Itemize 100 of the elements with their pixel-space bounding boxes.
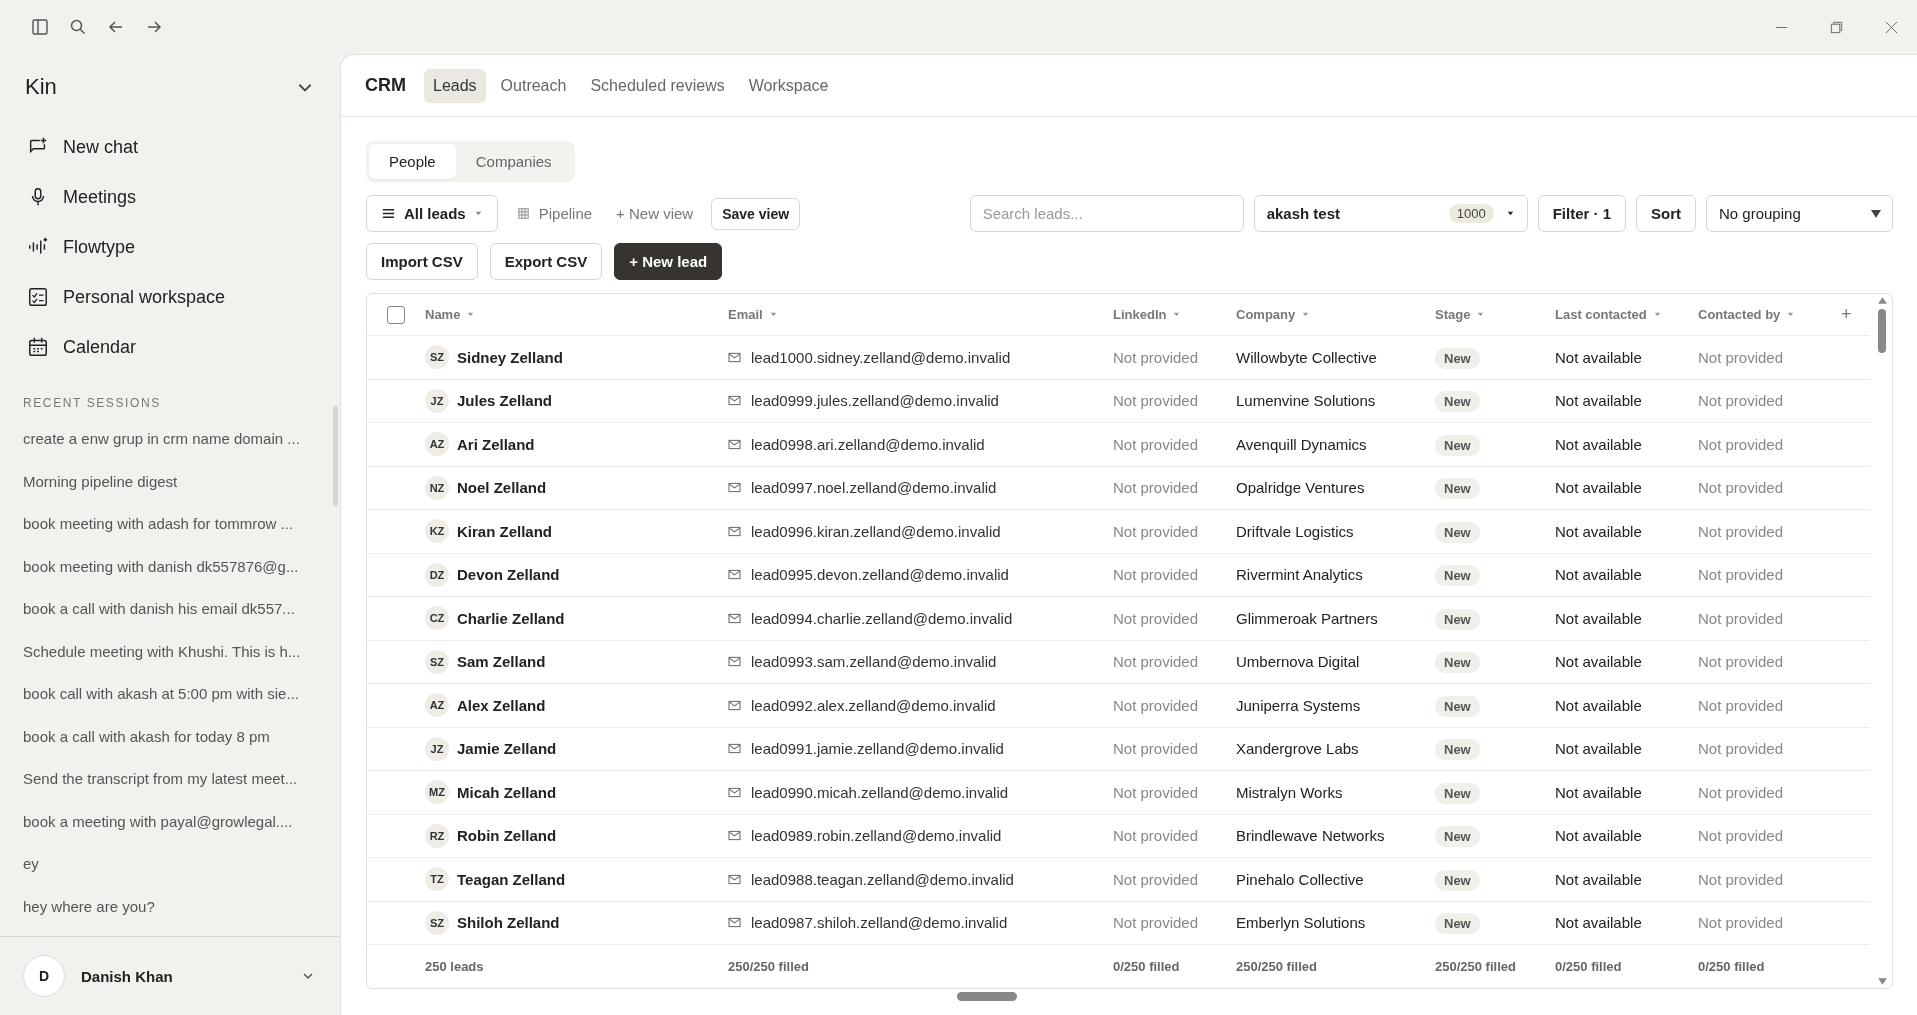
session-item[interactable]: ey — [0, 843, 340, 886]
tab[interactable]: Leads — [424, 68, 486, 103]
filter-button[interactable]: Filter · 1 — [1537, 195, 1626, 232]
table-cell: Not provided — [1113, 696, 1199, 714]
nav-item[interactable]: New chat — [0, 122, 340, 172]
session-item[interactable]: hey where are you? — [0, 885, 340, 928]
mail-icon — [728, 743, 741, 755]
table-cell: Not provided — [1698, 696, 1784, 714]
column-header[interactable]: Email — [728, 307, 778, 322]
new-view-button[interactable]: + New view — [610, 205, 700, 222]
session-item[interactable]: book a call with danish his email dk557... — [0, 588, 340, 631]
sidebar-toggle-icon[interactable] — [30, 17, 50, 37]
add-column-button[interactable]: + — [1841, 304, 1870, 325]
session-item[interactable]: create a enw grup in crm name domain ... — [0, 418, 340, 461]
table-cell: Not available — [1555, 566, 1642, 584]
tab[interactable]: Workspace — [739, 68, 838, 103]
table-cell: Not available — [1555, 827, 1642, 845]
scrollbar-thumb[interactable] — [1878, 309, 1886, 353]
session-item[interactable]: book call with akash at 5:00 pm with sie... — [0, 673, 340, 716]
table-cell: Not provided — [1113, 827, 1199, 845]
lead-name[interactable]: Noel Zelland — [457, 479, 547, 497]
summary-cell: 250 leads — [425, 959, 484, 974]
initials-avatar: MZ — [425, 780, 449, 805]
stage-tag: New — [1435, 608, 1480, 630]
lead-name[interactable]: Sam Zelland — [457, 653, 546, 671]
close-icon[interactable] — [1884, 19, 1899, 35]
summary-cell: 0/250 filled — [1698, 959, 1765, 974]
list-icon — [381, 206, 396, 221]
new-lead-button[interactable]: + New lead — [614, 243, 723, 280]
search-icon[interactable] — [68, 17, 88, 37]
table-cell: Not available — [1555, 914, 1642, 932]
lead-name[interactable]: Charlie Zelland — [457, 609, 565, 627]
lead-name[interactable]: Jules Zelland — [457, 392, 553, 410]
table-cell: Not available — [1555, 870, 1642, 888]
table-cell: lead0998.ari.zelland@demo.invalid — [751, 435, 985, 453]
session-item[interactable]: book meeting with danish dk557876@g... — [0, 545, 340, 588]
view-tab[interactable]: Pipeline — [509, 205, 599, 222]
session-item[interactable]: book meeting with adash for tommrow ... — [0, 503, 340, 546]
column-header[interactable]: LinkedIn — [1113, 307, 1182, 322]
mail-icon — [728, 351, 741, 363]
segment-tab[interactable]: Companies — [455, 144, 572, 179]
tab[interactable]: Outreach — [491, 68, 576, 103]
search-field[interactable]: Search leads... — [969, 195, 1244, 232]
save-view-button[interactable]: Save view — [711, 197, 801, 230]
initials-avatar: NZ — [425, 475, 449, 500]
table-cell: Xandergrove Labs — [1236, 740, 1359, 758]
column-header[interactable]: Last contacted — [1555, 307, 1662, 322]
section-heading: RECENT SESSIONS — [22, 395, 162, 412]
mail-icon — [728, 873, 741, 885]
lead-name[interactable]: Ari Zelland — [457, 435, 535, 453]
column-header[interactable]: Name — [425, 307, 476, 322]
caret-icon — [1172, 310, 1182, 319]
session-item[interactable]: Schedule meeting with Khushi. This is h... — [0, 630, 340, 673]
nav-item[interactable]: Personal workspace — [0, 272, 340, 322]
restore-icon[interactable] — [1829, 19, 1844, 35]
caret-icon — [1652, 310, 1662, 319]
sort-button[interactable]: Sort — [1636, 195, 1696, 232]
scroll-up-icon[interactable] — [1876, 296, 1888, 305]
scroll-down-icon[interactable] — [1876, 977, 1888, 986]
session-item[interactable]: Send the transcript from my latest meet... — [0, 758, 340, 801]
checklist-board-icon — [27, 286, 49, 308]
session-item[interactable]: Morning pipeline digest — [0, 460, 340, 503]
import-csv-button[interactable]: Import CSV — [366, 243, 478, 280]
user-name: Danish Khan — [81, 967, 174, 985]
table-cell: Rivermint Analytics — [1236, 566, 1363, 584]
table-cell: Umbernova Digital — [1236, 653, 1360, 671]
stage-tag: New — [1435, 739, 1480, 761]
lead-name[interactable]: Alex Zelland — [457, 696, 546, 714]
grouping-select[interactable]: No grouping — [1706, 195, 1893, 232]
export-csv-button[interactable]: Export CSV — [489, 243, 603, 280]
nav-item[interactable]: Meetings — [0, 172, 340, 222]
column-header[interactable]: Contacted by — [1698, 307, 1796, 322]
tab[interactable]: Scheduled reviews — [581, 68, 734, 103]
session-item[interactable]: book a call with akash for today 8 pm — [0, 715, 340, 758]
session-item[interactable]: book a meeting with payal@growlegal.... — [0, 800, 340, 843]
segment-tab[interactable]: People — [369, 144, 456, 179]
table-cell: Not provided — [1698, 392, 1784, 410]
lead-name[interactable]: Shiloh Zelland — [457, 914, 560, 932]
lead-name[interactable]: Robin Zelland — [457, 827, 557, 845]
table-cell: Not available — [1555, 696, 1642, 714]
nav-item[interactable]: Flowtype — [0, 222, 340, 272]
lead-name[interactable]: Teagan Zelland — [457, 870, 566, 888]
list-select[interactable]: akash test 1000 — [1253, 195, 1528, 232]
lead-name[interactable]: Sidney Zelland — [457, 348, 563, 366]
summary-cell: 250/250 filled — [728, 959, 809, 974]
scrollbar-thumb[interactable] — [333, 406, 338, 506]
lead-name[interactable]: Kiran Zelland — [457, 522, 553, 540]
column-header[interactable]: Stage — [1435, 307, 1486, 322]
column-header[interactable]: Company — [1236, 307, 1311, 322]
mail-icon — [728, 482, 741, 494]
table-cell: Not provided — [1698, 522, 1784, 540]
mail-icon — [728, 569, 741, 581]
lead-name[interactable]: Micah Zelland — [457, 783, 557, 801]
scrollbar-thumb[interactable] — [957, 992, 1017, 1001]
nav-item[interactable]: Calendar — [0, 322, 340, 372]
checkbox[interactable] — [387, 305, 405, 324]
lead-name[interactable]: Jamie Zelland — [457, 740, 557, 758]
view-dropdown[interactable]: All leads — [366, 195, 498, 232]
table-cell: Not available — [1555, 740, 1642, 758]
lead-name[interactable]: Devon Zelland — [457, 566, 560, 584]
